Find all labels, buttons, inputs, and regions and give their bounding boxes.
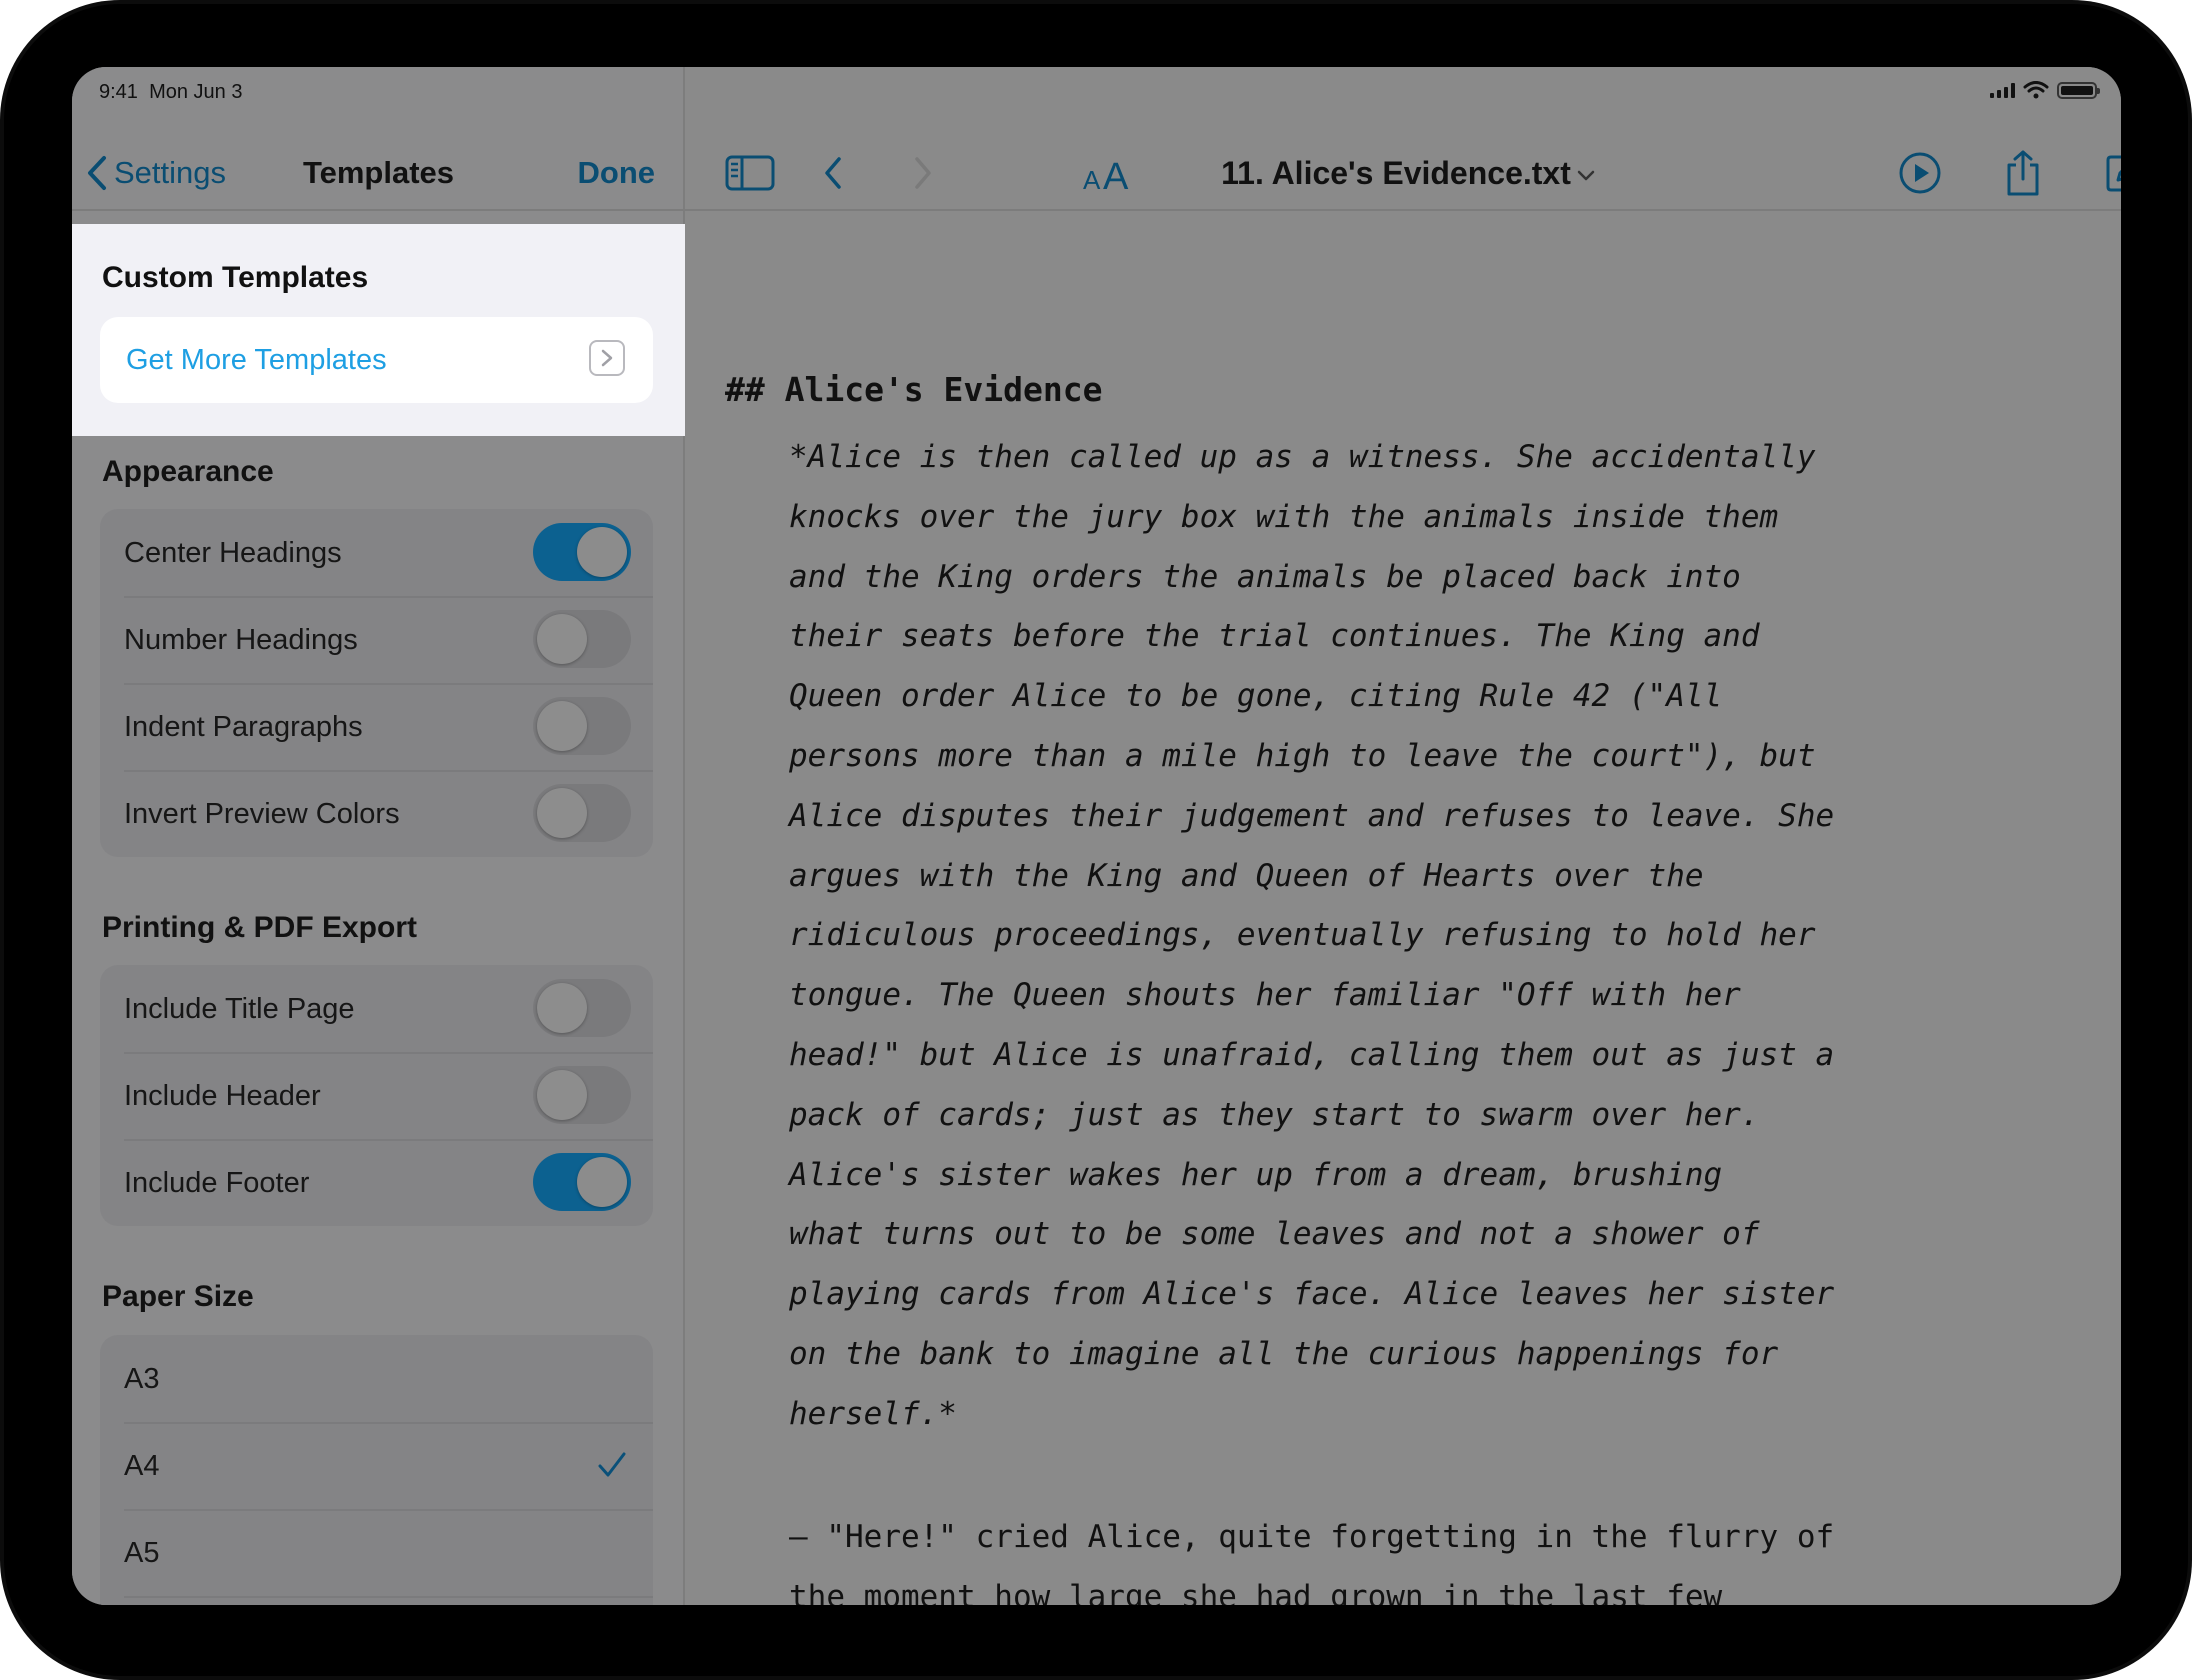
text-line: on the bank to imagine all the curious h… (789, 1335, 1779, 1372)
status-bar: 9:41 Mon Jun 3 (72, 67, 2121, 117)
text-line: pack of cards; just as they start to swa… (789, 1096, 1760, 1133)
status-time: 9:41 (99, 81, 138, 103)
setting-label: Include Header (124, 1080, 321, 1112)
text-editor[interactable]: ## Alice's Evidence *Alice is then calle… (685, 210, 2121, 1605)
paper-size-option-a5[interactable]: A5 (100, 1509, 653, 1596)
document-pane: 11. Alice's Evidence.txt AA ## Alice's E… (685, 67, 2121, 1605)
toggle-knob (537, 701, 587, 751)
battery-icon (2057, 81, 2100, 99)
text-line: and the King orders the animals be place… (789, 558, 1741, 595)
toggle-knob (537, 983, 587, 1033)
share-icon[interactable] (2001, 150, 2045, 196)
text-line: Alice disputes their judgement and refus… (789, 797, 1835, 834)
setting-row-include-title-page: Include Title Page (100, 965, 653, 1052)
get-more-templates-row[interactable]: Get More Templates (100, 317, 653, 403)
paper-size-option-next[interactable] (100, 1596, 653, 1605)
toggle-knob (537, 1070, 587, 1120)
back-to-settings-button[interactable]: Settings (86, 137, 226, 209)
document-paragraph-2: — "Here!" cried Alice, quite forgetting … (789, 1508, 2089, 1605)
sidebar-navigation-bar: Templates Settings Done (72, 137, 685, 211)
document-toolbar: 11. Alice's Evidence.txt AA (685, 137, 2121, 211)
setting-label: Invert Preview Colors (124, 798, 400, 830)
text-line: their seats before the trial continues. … (789, 618, 1760, 655)
status-icons (1990, 81, 2100, 99)
text-line: tongue. The Queen shouts her familiar "O… (789, 977, 1741, 1014)
compose-icon[interactable] (2103, 151, 2121, 195)
paper-size-group: A3 A4 A5 (100, 1335, 653, 1605)
setting-label: Include Footer (124, 1167, 310, 1199)
appearance-header: Appearance (102, 455, 274, 488)
checkmark-icon (598, 1452, 626, 1477)
text-line: *Alice is then called up as a witness. S… (789, 439, 1816, 475)
forward-chevron-icon[interactable] (901, 151, 945, 195)
paper-size-option-a3[interactable]: A3 (100, 1335, 653, 1422)
setting-row-include-header: Include Header (100, 1052, 653, 1139)
toggle-knob (577, 1157, 627, 1207)
text-line: argues with the King and Queen of Hearts… (789, 857, 1704, 894)
setting-row-center-headings: Center Headings (100, 509, 653, 596)
text-size-icon[interactable]: AA (1081, 151, 1137, 195)
text-line: the moment how large she had grown in th… (789, 1578, 1723, 1605)
include-footer-toggle[interactable] (533, 1153, 631, 1211)
paper-size-label: A4 (124, 1450, 160, 1482)
toggle-knob (537, 788, 587, 838)
toggle-knob (577, 527, 627, 577)
setting-row-indent-paragraphs: Indent Paragraphs (100, 683, 653, 770)
paper-size-label: A3 (124, 1363, 160, 1395)
svg-text:A: A (1083, 165, 1101, 193)
done-button[interactable]: Done (578, 137, 656, 209)
setting-label: Number Headings (124, 624, 358, 656)
text-line: head!" but Alice is unafraid, calling th… (789, 1036, 1835, 1073)
disclosure-chevron-icon (589, 340, 625, 376)
paper-size-option-a4[interactable]: A4 (100, 1422, 653, 1509)
text-line: Queen order Alice to be gone, citing Rul… (789, 678, 1723, 715)
text-line: — "Here!" cried Alice, quite forgetting … (789, 1519, 1835, 1555)
setting-label: Center Headings (124, 537, 342, 569)
screen: Templates Settings Done Custom Templates… (72, 67, 2121, 1605)
appearance-group: Center Headings Number Headings Indent P… (100, 509, 653, 857)
get-more-templates-link[interactable]: Get More Templates (126, 317, 387, 403)
document-title: 11. Alice's Evidence.txt (1221, 155, 1571, 191)
status-time-date: 9:41 Mon Jun 3 (99, 81, 242, 104)
back-chevron-icon (88, 156, 106, 190)
setting-row-number-headings: Number Headings (100, 596, 653, 683)
invert-preview-colors-toggle[interactable] (533, 784, 631, 842)
text-line: playing cards from Alice's face. Alice l… (789, 1276, 1835, 1313)
sidebar-icon[interactable] (723, 151, 777, 195)
status-date: Mon Jun 3 (149, 81, 243, 103)
include-header-toggle[interactable] (533, 1066, 631, 1124)
document-heading: ## Alice's Evidence (725, 370, 1103, 409)
setting-row-include-footer: Include Footer (100, 1139, 653, 1226)
printing-group: Include Title Page Include Header Includ… (100, 965, 653, 1226)
text-line: Alice's sister wakes her up from a dream… (789, 1156, 1723, 1193)
chevron-down-icon (1577, 170, 1595, 180)
paper-size-header: Paper Size (102, 1280, 254, 1313)
setting-label: Indent Paragraphs (124, 711, 363, 743)
toggle-knob (537, 614, 587, 664)
back-button-label: Settings (114, 155, 227, 190)
text-line: ridiculous proceedings, eventually refus… (789, 917, 1816, 954)
svg-text:A: A (1103, 156, 1129, 193)
wifi-icon (2023, 81, 2049, 99)
text-line: herself.* (789, 1395, 957, 1432)
printing-header: Printing & PDF Export (102, 911, 417, 944)
text-line: what turns out to be some leaves and not… (789, 1216, 1760, 1253)
back-chevron-icon[interactable] (811, 151, 855, 195)
cellular-signal-icon (1990, 82, 2015, 98)
indent-paragraphs-toggle[interactable] (533, 697, 631, 755)
custom-templates-header: Custom Templates (102, 261, 369, 294)
document-paragraph: *Alice is then called up as a witness. S… (789, 428, 2089, 1445)
include-title-page-toggle[interactable] (533, 979, 631, 1037)
custom-templates-section: Custom Templates Get More Templates (72, 224, 685, 436)
text-line: knocks over the jury box with the animal… (789, 498, 1779, 535)
play-icon[interactable] (1898, 151, 1942, 195)
setting-row-invert-preview-colors: Invert Preview Colors (100, 770, 653, 857)
text-line: persons more than a mile high to leave t… (789, 737, 1816, 774)
number-headings-toggle[interactable] (533, 610, 631, 668)
templates-sidebar: Templates Settings Done Custom Templates… (72, 67, 685, 1605)
center-headings-toggle[interactable] (533, 523, 631, 581)
paper-size-label: A5 (124, 1537, 160, 1569)
setting-label: Include Title Page (124, 993, 355, 1025)
